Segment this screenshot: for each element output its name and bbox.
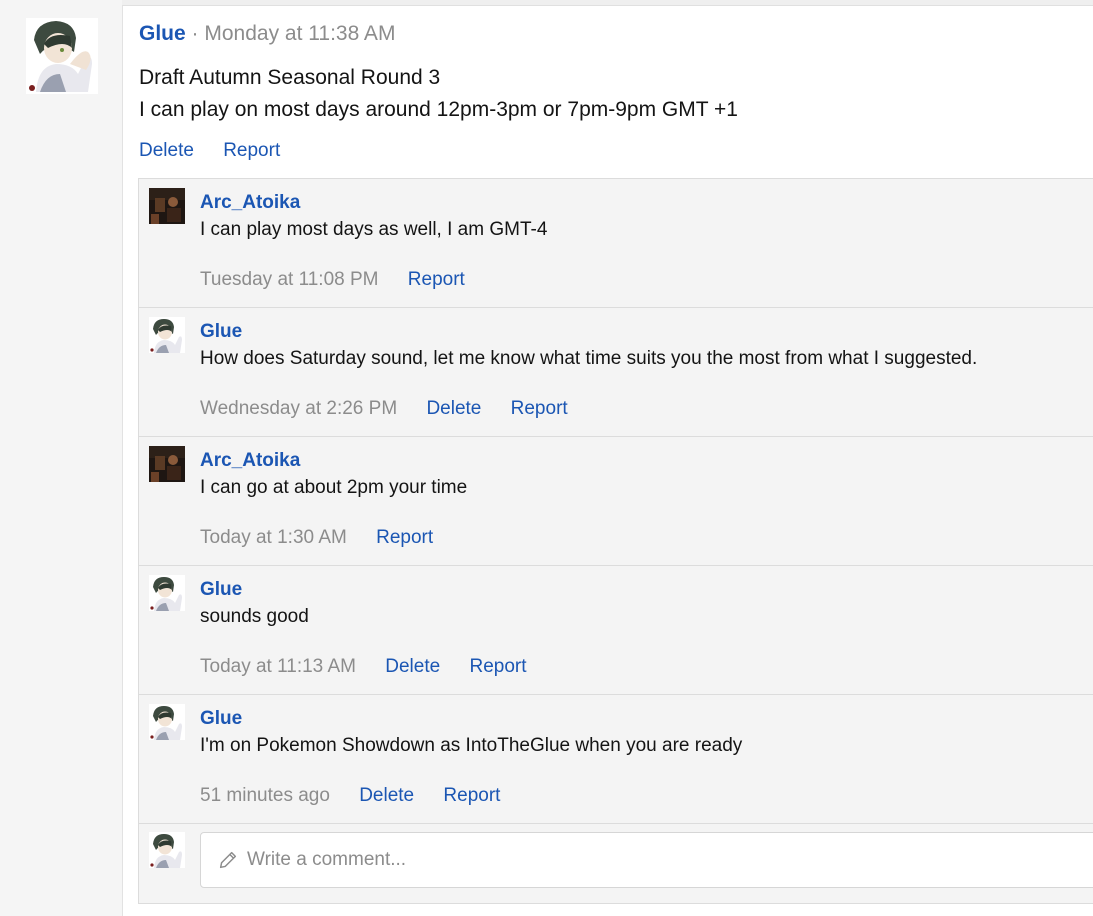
post-timestamp[interactable]: Monday at 11:38 AM: [204, 22, 395, 45]
comment-text: I can play most days as well, I am GMT-4: [200, 219, 548, 240]
comment-text: I'm on Pokemon Showdown as IntoTheGlue w…: [200, 735, 743, 756]
commenter-avatar[interactable]: [149, 704, 185, 740]
post-body-line: Draft Autumn Seasonal Round 3: [139, 66, 441, 89]
comment-meta: 51 minutes ago Delete Report: [200, 785, 524, 807]
commenter-name-link[interactable]: Glue: [200, 579, 242, 601]
comment-delete-link[interactable]: Delete: [426, 398, 481, 419]
commenter-name-link[interactable]: Glue: [200, 321, 242, 343]
comment-text: sounds good: [200, 606, 309, 627]
post-body-line: I can play on most days around 12pm-3pm …: [139, 98, 738, 121]
commenter-avatar[interactable]: [149, 317, 185, 353]
comment-item: Glue sounds good Today at 11:13 AM Delet…: [139, 566, 1093, 695]
left-rail: [0, 0, 123, 916]
comment-item: Arc_Atoika I can play most days as well,…: [139, 179, 1093, 308]
comment-meta: Today at 11:13 AM Delete Report: [200, 656, 551, 678]
comment-timestamp[interactable]: 51 minutes ago: [200, 785, 330, 806]
post-delete-link[interactable]: Delete: [139, 140, 194, 161]
top-divider: [122, 0, 1093, 6]
post-author-link[interactable]: Glue: [139, 22, 186, 45]
comment-timestamp[interactable]: Today at 11:13 AM: [200, 656, 356, 677]
separator-dot: ·: [191, 22, 199, 45]
commenter-avatar[interactable]: [149, 575, 185, 611]
comment-delete-link[interactable]: Delete: [385, 656, 440, 677]
commenter-name-link[interactable]: Arc_Atoika: [200, 192, 300, 214]
author-avatar[interactable]: [26, 18, 98, 94]
current-user-avatar: [149, 832, 185, 868]
pencil-icon: [219, 851, 237, 869]
comment-report-link[interactable]: Report: [511, 398, 568, 419]
commenter-avatar[interactable]: [149, 446, 185, 482]
comment-timestamp[interactable]: Today at 1:30 AM: [200, 527, 347, 548]
post-body: Draft Autumn Seasonal Round 3 I can play…: [139, 62, 738, 126]
comment-item: Glue I'm on Pokemon Showdown as IntoTheG…: [139, 695, 1093, 824]
comment-input-placeholder: Write a comment...: [247, 849, 407, 870]
comment-timestamp[interactable]: Tuesday at 11:08 PM: [200, 269, 379, 290]
comment-report-link[interactable]: Report: [469, 656, 526, 677]
comment-meta: Tuesday at 11:08 PM Report: [200, 269, 489, 291]
commenter-avatar[interactable]: [149, 188, 185, 224]
comment-thread: Arc_Atoika I can play most days as well,…: [138, 178, 1093, 904]
comment-report-link[interactable]: Report: [376, 527, 433, 548]
comment-report-link[interactable]: Report: [443, 785, 500, 806]
post-report-link[interactable]: Report: [223, 140, 280, 161]
comment-timestamp[interactable]: Wednesday at 2:26 PM: [200, 398, 397, 419]
comment-input[interactable]: Write a comment...: [200, 832, 1093, 888]
comment-item: Glue How does Saturday sound, let me kno…: [139, 308, 1093, 437]
comment-meta: Wednesday at 2:26 PM Delete Report: [200, 398, 592, 420]
comment-text: I can go at about 2pm your time: [200, 477, 468, 498]
comment-text: How does Saturday sound, let me know wha…: [200, 348, 978, 369]
commenter-name-link[interactable]: Arc_Atoika: [200, 450, 300, 472]
comment-composer: Write a comment...: [139, 824, 1093, 903]
post-header: Glue · Monday at 11:38 AM: [139, 22, 395, 46]
commenter-name-link[interactable]: Glue: [200, 708, 242, 730]
comment-meta: Today at 1:30 AM Report: [200, 527, 457, 549]
comment-item: Arc_Atoika I can go at about 2pm your ti…: [139, 437, 1093, 566]
comment-delete-link[interactable]: Delete: [359, 785, 414, 806]
comment-report-link[interactable]: Report: [408, 269, 465, 290]
post-actions: Delete Report: [139, 140, 304, 162]
